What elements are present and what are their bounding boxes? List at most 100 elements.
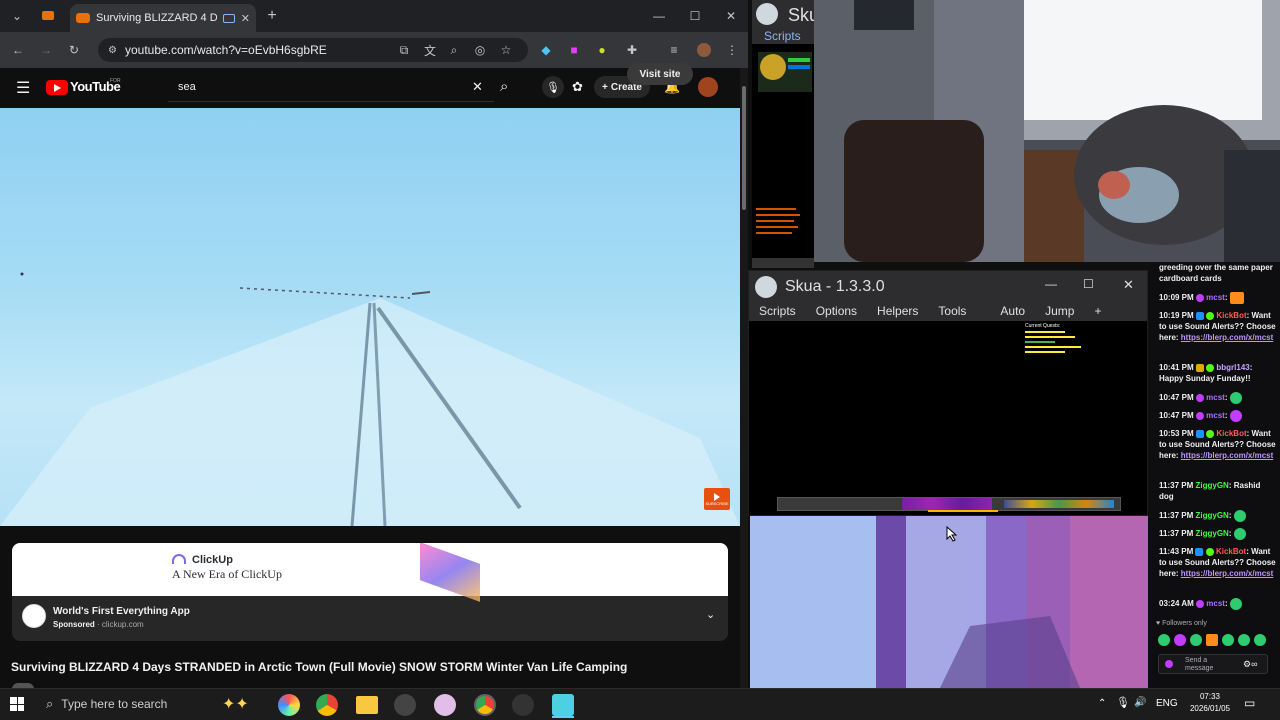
eye-off-icon[interactable]: ◎: [470, 40, 490, 60]
page-scrollbar[interactable]: [740, 68, 748, 688]
skua-menu-jump[interactable]: Jump: [1045, 304, 1074, 318]
skua-menu-auto[interactable]: Auto: [1000, 304, 1025, 318]
browser-menu-icon[interactable]: ⋮: [722, 40, 742, 60]
microphone-icon[interactable]: 🎙: [1116, 696, 1130, 709]
advertiser-avatar[interactable]: [22, 604, 46, 628]
tab-active[interactable]: Surviving BLIZZARD 4 Days ✕: [70, 4, 256, 32]
chat-user[interactable]: ZiggyGN: [1195, 481, 1228, 490]
skua-minimize-button[interactable]: —: [1045, 277, 1057, 291]
subscribe-label: SUBSCRIBE: [705, 500, 729, 506]
translate-icon[interactable]: 文: [420, 40, 440, 60]
chat-user[interactable]: ZiggyGN: [1195, 529, 1228, 538]
chat-time: 10:53 PM: [1159, 429, 1194, 438]
emote-icon[interactable]: [1206, 634, 1218, 646]
youtube-search-box[interactable]: sea ✕: [168, 74, 494, 102]
volume-icon[interactable]: 🔊: [1134, 697, 1146, 708]
chrome-icon[interactable]: [316, 694, 338, 716]
extensions-puzzle-icon[interactable]: ✚: [622, 40, 642, 60]
skua-back-scripts-menu[interactable]: Scripts: [764, 29, 801, 43]
emote-icon[interactable]: [1254, 634, 1266, 646]
chat-user[interactable]: ZiggyGN: [1195, 511, 1228, 520]
extension-b-icon[interactable]: ■: [564, 40, 584, 60]
widgets-sparkle-icon[interactable]: ✦✦: [222, 694, 249, 714]
chat-user[interactable]: KickBot: [1216, 547, 1246, 556]
skill-slots[interactable]: [902, 498, 992, 510]
emote-icon[interactable]: [1158, 634, 1170, 646]
extension-c-icon[interactable]: ●: [592, 40, 612, 60]
chat-settings-icon[interactable]: ⚙∞: [1243, 659, 1257, 670]
maximize-button[interactable]: ☐: [684, 6, 706, 26]
chat-link[interactable]: https://blerp.com/x/mcst: [1181, 333, 1273, 342]
taskbar-search-box[interactable]: ⌕ Type here to search: [36, 690, 210, 718]
chat-user[interactable]: mcst: [1206, 393, 1225, 402]
game-action-bar[interactable]: [777, 497, 1121, 512]
search-input[interactable]: sea: [178, 81, 196, 93]
send-message-input[interactable]: Send a message ⚙∞: [1158, 654, 1268, 674]
copilot-icon[interactable]: [278, 694, 300, 716]
zoom-icon[interactable]: ⌕: [444, 40, 464, 60]
app-icon[interactable]: [434, 694, 456, 716]
voice-search-icon[interactable]: 🎙: [542, 76, 564, 98]
ad-card[interactable]: ClickUp A New Era of ClickUp World's Fir…: [12, 543, 728, 641]
tray-chevron-icon[interactable]: ⌃: [1098, 698, 1106, 709]
skua-menu-scripts[interactable]: Scripts: [759, 304, 796, 318]
profile-avatar[interactable]: [694, 40, 714, 60]
obs-icon[interactable]: [512, 694, 534, 716]
chat-link[interactable]: https://blerp.com/x/mcst: [1181, 451, 1273, 460]
emote-bar[interactable]: [1158, 634, 1274, 648]
tab-search-chevron-icon[interactable]: ⌄: [8, 8, 26, 24]
chat-user[interactable]: bbgrl143: [1216, 363, 1249, 372]
back-arrow-icon[interactable]: ←: [8, 40, 28, 60]
windows-start-icon[interactable]: [10, 697, 24, 711]
action-icons[interactable]: [1004, 500, 1114, 508]
bookmark-star-icon[interactable]: ☆: [496, 40, 516, 60]
visit-site-button[interactable]: Visit site: [627, 63, 693, 85]
chat-user[interactable]: KickBot: [1216, 311, 1246, 320]
hamburger-menu-icon[interactable]: ☰: [16, 78, 30, 98]
file-explorer-icon[interactable]: [356, 696, 378, 714]
skua-close-button[interactable]: ✕: [1123, 277, 1134, 293]
ad-expand-chevron-icon[interactable]: ⌄: [706, 608, 715, 621]
video-player[interactable]: SUBSCRIBE: [0, 108, 740, 526]
new-tab-button[interactable]: +: [262, 6, 282, 26]
chat-user[interactable]: KickBot: [1216, 429, 1246, 438]
emote-icon[interactable]: [1222, 634, 1234, 646]
ad-banner[interactable]: ClickUp A New Era of ClickUp: [12, 543, 728, 602]
window-close-button[interactable]: ✕: [720, 6, 742, 26]
forward-arrow-icon[interactable]: →: [36, 40, 56, 60]
account-avatar[interactable]: [698, 77, 718, 97]
clock[interactable]: 07:33 2026/01/05: [1184, 691, 1236, 715]
minimize-button[interactable]: —: [648, 6, 670, 26]
install-app-icon[interactable]: ⧉: [394, 40, 414, 60]
skua-maximize-button[interactable]: ☐: [1083, 277, 1094, 291]
youtube-logo-icon[interactable]: [46, 80, 68, 95]
steam-icon[interactable]: [394, 694, 416, 716]
chrome-profile-icon[interactable]: [474, 694, 496, 716]
extension-paw-icon[interactable]: ✿: [572, 79, 583, 95]
chat-link[interactable]: https://blerp.com/x/mcst: [1181, 569, 1273, 578]
skua-menu-tools[interactable]: Tools: [938, 304, 966, 318]
clear-search-icon[interactable]: ✕: [472, 79, 483, 95]
language-indicator[interactable]: ENG: [1156, 698, 1178, 709]
media-control-icon[interactable]: ≡: [664, 40, 684, 60]
emote-icon[interactable]: [1238, 634, 1250, 646]
skua-menu-helpers[interactable]: Helpers: [877, 304, 918, 318]
search-icon[interactable]: ⌕: [500, 78, 508, 95]
skua-taskbar-icon[interactable]: [552, 694, 574, 716]
chat-user[interactable]: mcst: [1206, 599, 1225, 608]
emote-icon[interactable]: [1190, 634, 1202, 646]
chat-user[interactable]: mcst: [1206, 411, 1225, 420]
reload-icon[interactable]: ↻: [64, 40, 84, 60]
extension-a-icon[interactable]: ◆: [536, 40, 556, 60]
pinned-tab-icon[interactable]: [42, 11, 54, 20]
emote-icon[interactable]: [1174, 634, 1186, 646]
site-info-icon[interactable]: ⚙: [108, 45, 117, 56]
quest-line: [1025, 346, 1081, 348]
subscribe-watermark[interactable]: SUBSCRIBE: [704, 488, 730, 510]
tab-close-icon[interactable]: ✕: [241, 12, 250, 25]
chat-user[interactable]: mcst: [1206, 293, 1225, 302]
notification-center-icon[interactable]: ▭: [1244, 696, 1255, 710]
skua-menu-options[interactable]: Options: [816, 304, 857, 318]
skua-menu-add[interactable]: +: [1094, 304, 1101, 318]
scrollbar-thumb[interactable]: [742, 86, 746, 210]
